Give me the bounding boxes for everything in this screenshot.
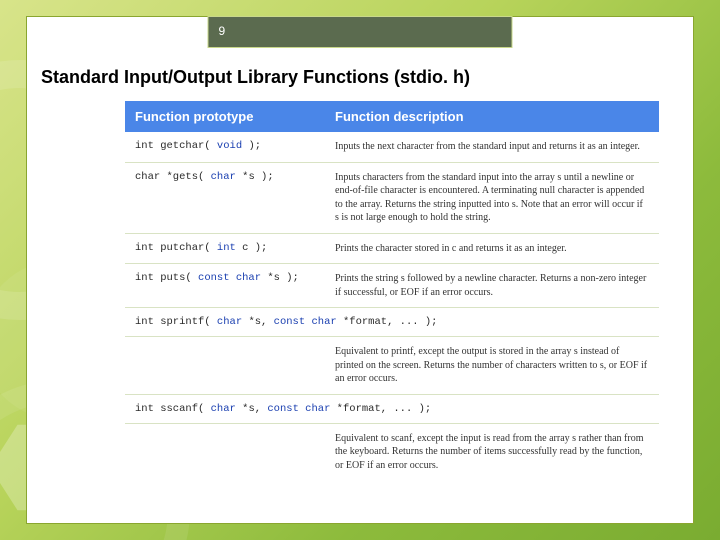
cell-description: Prints the character stored in c and ret… <box>325 234 659 264</box>
page-number-box: 9 <box>208 16 513 48</box>
cell-prototype: int sscanf( char *s, const char *format,… <box>125 395 659 423</box>
cell-description: Equivalent to printf, except the output … <box>125 337 659 394</box>
cell-prototype: char *gets( char *s ); <box>125 163 325 233</box>
cell-description: Equivalent to scanf, except the input is… <box>125 424 659 481</box>
table-header: Function prototype Function description <box>125 101 659 132</box>
table-row: Equivalent to scanf, except the input is… <box>125 424 659 481</box>
table-row: int putchar( int c ); Prints the charact… <box>125 234 659 265</box>
cell-description: Inputs the next character from the stand… <box>325 132 659 162</box>
table-row: int getchar( void ); Inputs the next cha… <box>125 132 659 163</box>
header-description: Function description <box>325 101 659 132</box>
cell-description: Prints the string s followed by a newlin… <box>325 264 659 307</box>
slide-background: 9 Standard Input/Output Library Function… <box>0 0 720 540</box>
table-row: int puts( const char *s ); Prints the st… <box>125 264 659 308</box>
cell-prototype: int sprintf( char *s, const char *format… <box>125 308 659 336</box>
table-row: int sscanf( char *s, const char *format,… <box>125 395 659 424</box>
table-row: Equivalent to printf, except the output … <box>125 337 659 395</box>
cell-description: Inputs characters from the standard inpu… <box>325 163 659 233</box>
cell-prototype: int puts( const char *s ); <box>125 264 325 307</box>
slide-frame: 9 Standard Input/Output Library Function… <box>26 16 694 524</box>
table-row: char *gets( char *s ); Inputs characters… <box>125 163 659 234</box>
cell-prototype: int getchar( void ); <box>125 132 325 162</box>
page-number: 9 <box>219 24 226 38</box>
cell-prototype: int putchar( int c ); <box>125 234 325 264</box>
functions-table: Function prototype Function description … <box>125 101 659 480</box>
slide-title: Standard Input/Output Library Functions … <box>41 67 470 88</box>
header-prototype: Function prototype <box>125 101 325 132</box>
table-row: int sprintf( char *s, const char *format… <box>125 308 659 337</box>
